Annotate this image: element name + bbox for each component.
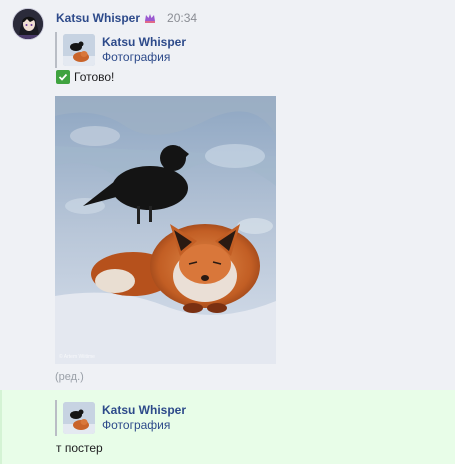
user-avatar[interactable] (12, 8, 44, 40)
photo-attachment[interactable]: © Artem Wiitime (55, 96, 276, 364)
crow-fox-thumbnail (63, 34, 95, 66)
reply-preview[interactable]: Katsu Whisper Фотография (55, 32, 186, 68)
crow-fox-thumbnail (63, 402, 95, 434)
message-text: т постер (56, 441, 103, 455)
message-1: Katsu Whisper 20:34 Katsu Whisper Фотогр… (0, 0, 455, 390)
green-checkmark-icon (56, 70, 70, 84)
message-text-content: т постер (56, 441, 103, 455)
timestamp: 20:34 (167, 11, 198, 25)
reply-preview[interactable]: Katsu Whisper Фотография (55, 400, 186, 436)
reply-author: Katsu Whisper (102, 403, 187, 417)
author-name[interactable]: Katsu Whisper (56, 11, 140, 25)
message-header: Katsu Whisper 20:34 (56, 10, 197, 26)
edited-label: (ред.) (55, 371, 84, 383)
purple-crown-icon (145, 14, 156, 23)
message-text-content: Готово! (74, 70, 115, 84)
message-2: Katsu Whisper Фотография т постер (0, 390, 455, 464)
message-text: Готово! (56, 70, 114, 84)
reply-subtitle: Фотография (102, 50, 171, 64)
reply-author: Katsu Whisper (102, 35, 187, 49)
reply-subtitle: Фотография (102, 418, 171, 432)
photo-watermark: © Artem Wiitime (59, 353, 95, 360)
